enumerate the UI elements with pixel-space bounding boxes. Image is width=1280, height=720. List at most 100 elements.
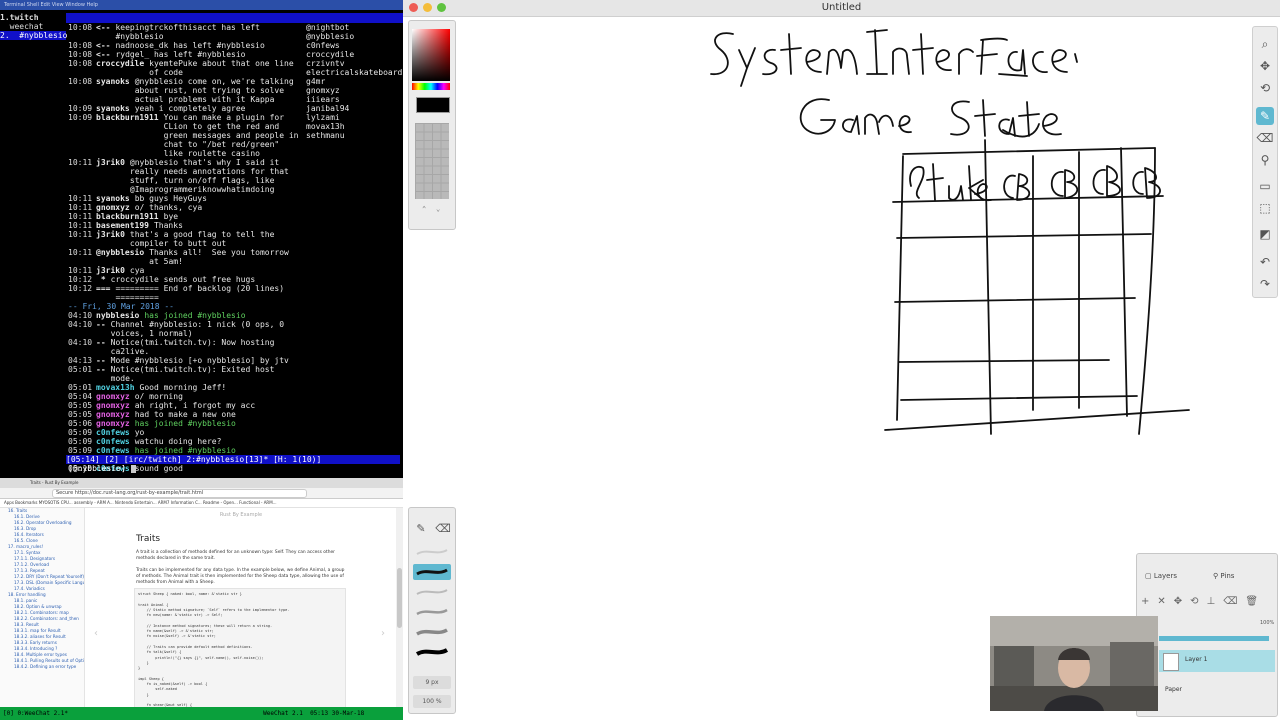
brush-panel[interactable]: ✎ ⌫ 9 px 100 %: [408, 507, 456, 714]
opacity-slider[interactable]: [1159, 636, 1269, 641]
chat-input[interactable]: [@nybblesio]: [68, 464, 136, 473]
layer-opacity[interactable]: 100%: [1260, 620, 1274, 626]
nick-item[interactable]: @nybblesio: [306, 32, 402, 41]
chat-line: 05:09 c0nfews watchu doing here?: [68, 437, 303, 446]
chat-line: 10:11 basement199 Thanks: [68, 221, 303, 230]
stroke-preset-4[interactable]: [413, 604, 451, 620]
select-icon[interactable]: ⬚: [1256, 199, 1274, 217]
stroke-preset-6[interactable]: [413, 644, 451, 660]
browser-window[interactable]: Traits - Rust By Example Secure https://…: [0, 478, 403, 707]
paper-layer[interactable]: Paper: [1165, 686, 1182, 693]
buffer-item[interactable]: 2. #nybblesio: [0, 31, 67, 40]
chevron-down-icon[interactable]: ⌄: [436, 205, 440, 213]
color-picker-panel[interactable]: ⌃ ⌄: [408, 20, 456, 230]
layer-row[interactable]: Layer 1: [1159, 650, 1275, 672]
zoom-icon[interactable]: ⌕: [1256, 35, 1274, 53]
nick: syanoks: [96, 194, 130, 203]
maximize-icon[interactable]: [437, 3, 446, 12]
nick: --: [96, 356, 106, 365]
minimize-icon[interactable]: [423, 3, 432, 12]
next-page-icon[interactable]: ›: [381, 628, 385, 639]
crop-icon[interactable]: ▭: [1256, 177, 1274, 195]
window-title: Untitled: [821, 2, 862, 13]
buffer-list: 1.twitch weechat 2. #nybblesio: [0, 13, 67, 458]
timestamp: 10:09: [68, 104, 93, 113]
eraser-icon[interactable]: ⌫: [1256, 129, 1274, 147]
chat-line: 10:11 gnomxyz o/ thanks, cya: [68, 203, 303, 212]
rotate-icon[interactable]: ⟲: [1256, 79, 1274, 97]
layer-toolbar[interactable]: +✕✥⟲⊥⌫🗑: [1141, 596, 1266, 607]
hue-slider[interactable]: [412, 83, 450, 90]
close-icon[interactable]: [409, 3, 418, 12]
buffer-item[interactable]: 1.twitch: [0, 13, 66, 22]
move-icon[interactable]: ✥: [1256, 57, 1274, 75]
nick-item[interactable]: g4mr: [306, 77, 402, 86]
tab-pins[interactable]: ⚲ Pins: [1213, 572, 1234, 580]
terminal-menubar: Terminal Shell Edit View Window Help: [0, 0, 403, 10]
terminal-window[interactable]: Terminal Shell Edit View Window Help 1.t…: [0, 0, 403, 478]
brush-size[interactable]: 9 px: [413, 676, 451, 689]
pencil-icon[interactable]: ✎: [1256, 107, 1274, 125]
nick-item[interactable]: gnomxyz: [306, 86, 402, 95]
sidebar-item[interactable]: 18.4.2. Defining an error type: [0, 664, 84, 670]
chevron-up-icon[interactable]: ⌃: [422, 205, 426, 213]
chat-log: 10:08 <-- keepingtrckofthisacct has left #…: [68, 23, 304, 473]
tab-layers[interactable]: ▢ Layers: [1145, 572, 1177, 580]
nick-item[interactable]: croccydile: [306, 50, 402, 59]
message-text: Good morning Jeff!: [139, 383, 227, 392]
stroke-preset-3[interactable]: [413, 584, 451, 600]
stroke-preset-2[interactable]: [413, 564, 451, 580]
nick: --: [96, 338, 106, 347]
brush-opacity[interactable]: 100 %: [413, 695, 451, 708]
stroke-preset-5[interactable]: [413, 624, 451, 640]
prev-page-icon[interactable]: ‹: [94, 628, 98, 639]
handwriting-game-state: [799, 98, 1062, 138]
nick: c0nfews: [96, 428, 130, 437]
drawing-app-window[interactable]: Untitled ⌃ ⌄ ⌕ ✥ ⟲ ✎ ⌫ ⚲ ▭ ⬚ ◩ ↶ ↷ ✎ ⌫ 9…: [403, 0, 1280, 720]
message-text: kyemtePuke about that one line of code: [149, 59, 299, 77]
chat-line: 05:09 c0nfews yo: [68, 428, 303, 437]
chat-line: 10:12 * croccydile sends out free hugs: [68, 275, 303, 284]
bookmarks-bar[interactable]: Apps Bookmarks MYOSOTIS CPU... assembly …: [0, 499, 403, 508]
message-text: that's a good flag to tell the compiler …: [129, 230, 280, 248]
weechat-title-bar: [66, 13, 403, 23]
nick-item[interactable]: lylzami: [306, 113, 402, 122]
current-color-swatch[interactable]: [416, 97, 450, 113]
swatch-grid[interactable]: [415, 123, 449, 199]
nick-item[interactable]: crzivntv: [306, 59, 402, 68]
message-text: has joined #nybblesio: [134, 446, 236, 455]
message-text: You can make a plugin for CLion to get t…: [163, 113, 304, 158]
message-text: watchu doing here?: [134, 437, 222, 446]
nick-item[interactable]: movax13h: [306, 122, 402, 131]
timestamp: 05:06: [68, 419, 93, 428]
eraser-brush-icon[interactable]: ⌫: [434, 520, 452, 538]
canvas-icon[interactable]: ◩: [1256, 225, 1274, 243]
scroll-thumb[interactable]: [397, 568, 402, 628]
nick: nybblesio: [96, 311, 140, 320]
nick: syanoks: [96, 77, 130, 86]
pen-brush-icon[interactable]: ✎: [412, 520, 430, 538]
timestamp: 10:12: [68, 284, 93, 293]
nick: c0nfews: [96, 446, 130, 455]
timestamp: 05:09: [68, 446, 93, 455]
browser-tab[interactable]: Traits - Rust By Example: [0, 478, 403, 488]
stroke-preset-1[interactable]: [413, 544, 451, 560]
undo-icon[interactable]: ↶: [1256, 253, 1274, 271]
nick-item[interactable]: iiiears: [306, 95, 402, 104]
nick-item[interactable]: janibal94: [306, 104, 402, 113]
nick-item[interactable]: c0nfews: [306, 41, 402, 50]
nick: gnomxyz: [96, 410, 130, 419]
nick: *: [96, 275, 106, 284]
buffer-item[interactable]: weechat: [0, 22, 66, 31]
nick-item[interactable]: sethmanu: [306, 131, 402, 140]
layer-name: Layer 1: [1185, 656, 1208, 663]
nick: gnomxyz: [96, 401, 130, 410]
nick-item[interactable]: @nightbot: [306, 23, 402, 32]
eyedropper-icon[interactable]: ⚲: [1256, 151, 1274, 169]
address-bar[interactable]: Secure https://doc.rust-lang.org/rust-by…: [52, 489, 307, 498]
browser-scrollbar[interactable]: [396, 508, 403, 707]
nick-item[interactable]: electricalskateboard: [306, 68, 402, 77]
redo-icon[interactable]: ↷: [1256, 275, 1274, 293]
webcam-overlay: [990, 616, 1158, 711]
color-gradient[interactable]: [412, 29, 450, 81]
